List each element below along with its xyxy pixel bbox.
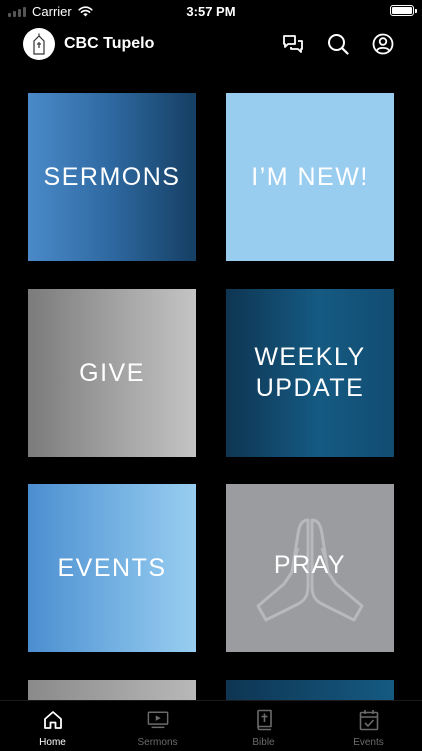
search-icon[interactable] bbox=[327, 33, 349, 55]
tile-label: I’M NEW! bbox=[251, 162, 369, 191]
video-icon bbox=[147, 709, 169, 731]
events-tile[interactable]: EVENTS bbox=[28, 484, 196, 652]
tile-label: GIVE bbox=[79, 358, 145, 387]
tile-label: WEEKLY UPDATE bbox=[254, 343, 366, 402]
bible-icon bbox=[253, 709, 275, 731]
tab-label: Home bbox=[39, 737, 66, 748]
status-bar: Carrier 3:57 PM bbox=[0, 0, 422, 24]
im-new-tile[interactable]: I’M NEW! bbox=[226, 93, 394, 261]
tab-sermons[interactable]: Sermons bbox=[105, 701, 210, 751]
tab-label: Bible bbox=[252, 737, 275, 748]
account-icon[interactable] bbox=[372, 33, 394, 55]
app-header: CBC Tupelo bbox=[0, 24, 422, 64]
chat-icon[interactable] bbox=[282, 33, 304, 55]
weekly-update-tile[interactable]: WEEKLY UPDATE bbox=[226, 289, 394, 457]
tile-label: SERMONS bbox=[43, 162, 181, 191]
tab-bible[interactable]: Bible bbox=[211, 701, 316, 751]
tile-label: EVENTS bbox=[57, 553, 167, 582]
tile-label: PRAY bbox=[273, 550, 347, 579]
church-logo[interactable] bbox=[23, 28, 55, 60]
tab-bar: Home Sermons Bible Events bbox=[0, 700, 422, 751]
battery-icon bbox=[390, 5, 417, 16]
calendar-check-icon bbox=[358, 709, 380, 731]
tab-label: Events bbox=[353, 737, 384, 748]
home-icon bbox=[42, 709, 64, 731]
sermons-tile[interactable]: SERMONS bbox=[28, 93, 196, 261]
tab-home[interactable]: Home bbox=[0, 701, 105, 751]
pray-tile[interactable]: PRAY bbox=[226, 484, 394, 652]
status-time: 3:57 PM bbox=[186, 4, 236, 19]
tab-events[interactable]: Events bbox=[316, 701, 421, 751]
app-title: CBC Tupelo bbox=[64, 35, 155, 52]
tab-label: Sermons bbox=[137, 737, 178, 748]
give-tile[interactable]: GIVE bbox=[28, 289, 196, 457]
